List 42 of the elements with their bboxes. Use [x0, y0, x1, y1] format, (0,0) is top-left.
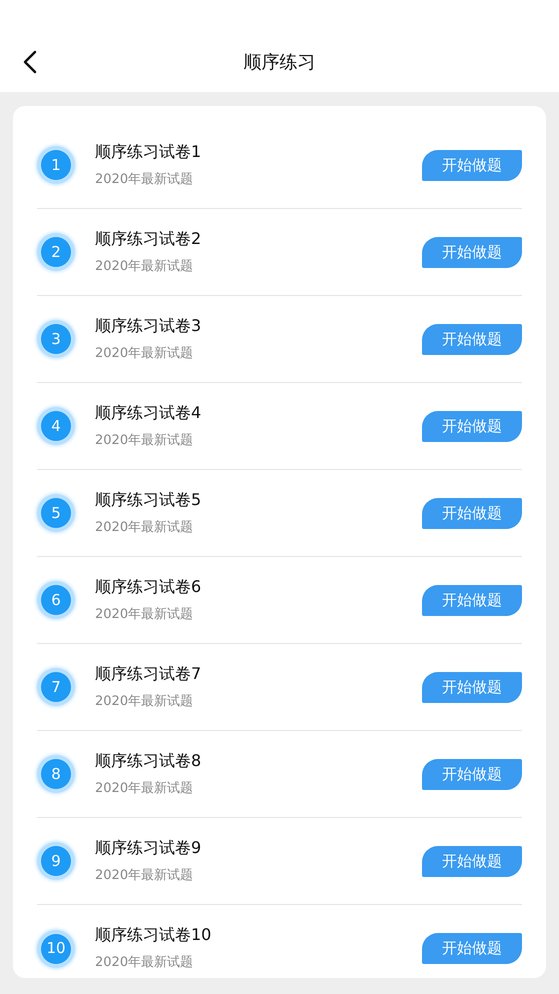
start-button[interactable]: 开始做题 — [422, 236, 522, 268]
number-badge: 3 — [37, 320, 75, 358]
paper-subtitle: 2020年最新试题 — [95, 520, 194, 536]
start-button[interactable]: 开始做题 — [422, 846, 522, 876]
paper-title: 顺序练习试卷9 — [95, 838, 202, 858]
back-icon[interactable] — [22, 50, 38, 74]
paper-title: 顺序练习试卷5 — [95, 490, 202, 510]
number-badge: 8 — [37, 755, 75, 793]
start-button[interactable]: 开始做题 — [422, 410, 522, 442]
number-badge: 7 — [37, 668, 75, 706]
paper-subtitle: 2020年最新试题 — [95, 432, 194, 450]
paper-subtitle: 2020年最新试题 — [95, 258, 194, 276]
number-badge: 6 — [37, 581, 75, 619]
paper-title: 顺序练习试卷6 — [95, 576, 202, 597]
paper-title: 顺序练习试卷10 — [95, 925, 212, 946]
paper-title: 顺序练习试卷3 — [95, 316, 202, 336]
start-button[interactable]: 开始做题 — [422, 324, 522, 354]
start-button[interactable]: 开始做题 — [422, 672, 522, 702]
paper-title: 顺序练习试卷8 — [95, 750, 202, 771]
number-badge: 9 — [37, 842, 75, 880]
number-badge: 2 — [37, 233, 75, 271]
paper-title: 顺序练习试卷2 — [95, 228, 202, 249]
start-button[interactable]: 开始做题 — [422, 584, 522, 616]
number-badge: 10 — [37, 930, 75, 968]
start-button[interactable]: 开始做题 — [422, 498, 522, 528]
paper-subtitle: 2020年最新试题 — [95, 346, 194, 362]
number-badge: 4 — [37, 407, 75, 445]
paper-subtitle: 2020年最新试题 — [95, 172, 194, 188]
paper-title: 顺序练习试卷1 — [95, 142, 202, 162]
number-badge: 5 — [37, 494, 75, 532]
start-button[interactable]: 开始做题 — [422, 758, 522, 790]
paper-title: 顺序练习试卷4 — [95, 402, 202, 423]
start-button[interactable]: 开始做题 — [422, 933, 522, 964]
paper-subtitle: 2020年最新试题 — [95, 868, 194, 884]
paper-subtitle: 2020年最新试题 — [95, 780, 194, 798]
number-badge: 1 — [37, 146, 75, 184]
paper-subtitle: 2020年最新试题 — [95, 955, 194, 972]
paper-subtitle: 2020年最新试题 — [95, 694, 194, 710]
paper-subtitle: 2020年最新试题 — [95, 606, 194, 624]
page-title: 顺序练习 — [244, 52, 316, 73]
start-button[interactable]: 开始做题 — [422, 150, 522, 180]
paper-title: 顺序练习试卷7 — [95, 664, 202, 684]
